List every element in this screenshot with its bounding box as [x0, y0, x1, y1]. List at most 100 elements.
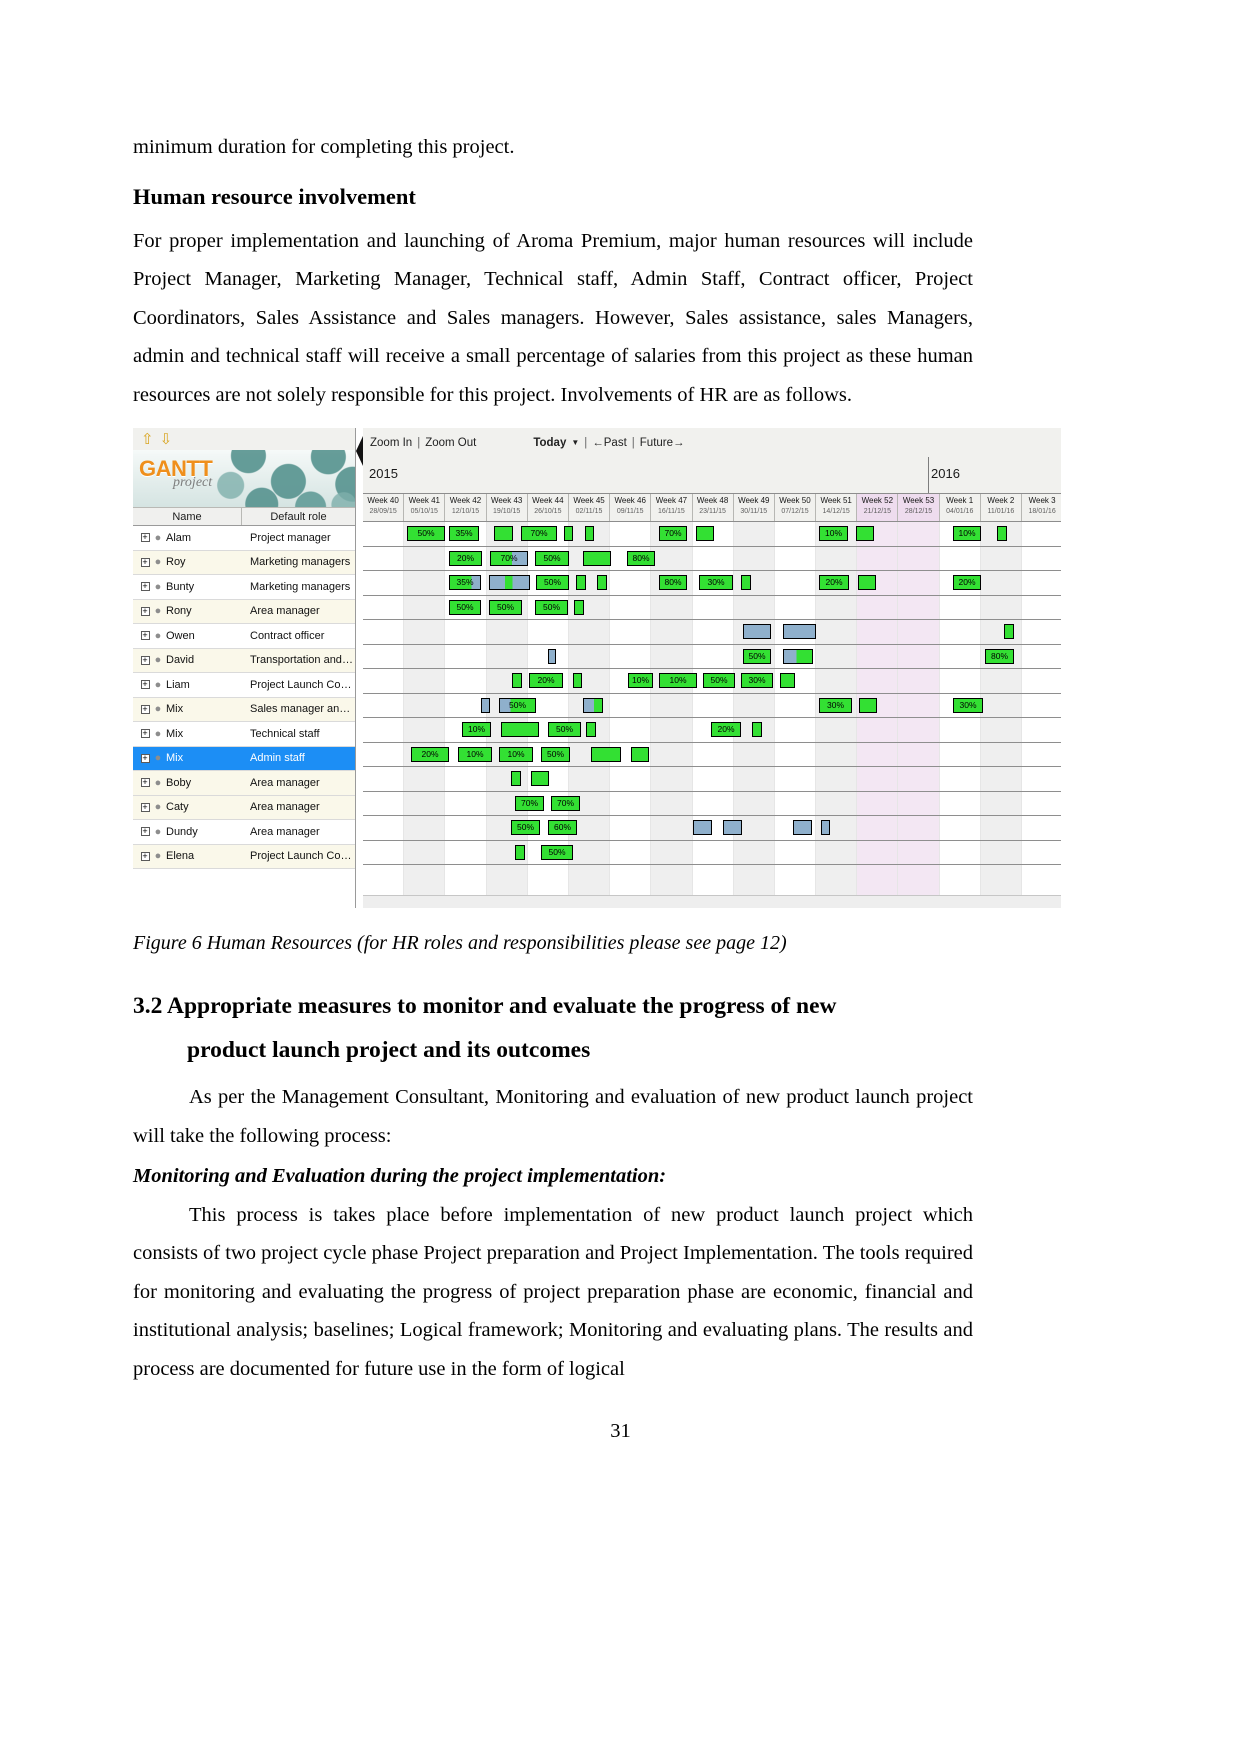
gantt-task-bar[interactable]	[501, 722, 539, 737]
gantt-task-bar[interactable]	[548, 648, 556, 664]
gantt-task-bar[interactable]	[696, 526, 714, 541]
gantt-task-bar[interactable]	[1004, 624, 1014, 639]
move-up-icon[interactable]: ⇧	[141, 432, 154, 447]
gantt-task-bar[interactable]: 20%	[449, 550, 482, 566]
gantt-task-bar[interactable]	[585, 526, 594, 541]
resource-row[interactable]: + ● Rony Area manager	[133, 599, 355, 624]
gantt-task-bar[interactable]	[723, 820, 742, 835]
scroll-future-button[interactable]: Future→	[640, 437, 685, 449]
horizontal-scrollbar[interactable]	[362, 895, 1061, 908]
gantt-task-bar[interactable]	[583, 550, 611, 566]
gantt-task-bar[interactable]: 30%	[819, 697, 852, 713]
gantt-task-bar[interactable]: 50%	[541, 746, 570, 762]
column-header-name[interactable]: Name	[133, 508, 242, 525]
gantt-task-bar[interactable]	[583, 697, 603, 713]
resource-row[interactable]: + ● Dundy Area manager	[133, 820, 355, 845]
scroll-past-button[interactable]: ←Past	[592, 437, 627, 449]
resource-row[interactable]: + ● Mix Technical staff	[133, 722, 355, 747]
gantt-task-bar[interactable]: 50%	[548, 722, 581, 737]
expand-icon[interactable]: +	[138, 729, 152, 739]
gantt-task-bar[interactable]	[512, 673, 522, 688]
gantt-task-bar[interactable]	[783, 624, 816, 639]
gantt-task-bar[interactable]	[597, 575, 607, 590]
gantt-task-bar[interactable]	[573, 673, 582, 688]
gantt-task-bar[interactable]: 50%	[511, 820, 540, 835]
gantt-task-bar[interactable]: 50%	[489, 599, 522, 615]
expand-icon[interactable]: +	[138, 802, 152, 812]
gantt-task-bar[interactable]: 50%	[535, 550, 569, 566]
expand-icon[interactable]: +	[138, 704, 152, 714]
gantt-task-bar[interactable]: 10%	[499, 746, 533, 762]
expand-icon[interactable]: +	[138, 827, 152, 837]
gantt-task-bar[interactable]	[631, 746, 649, 762]
expand-icon[interactable]: +	[138, 533, 152, 543]
gantt-task-bar[interactable]: 60%	[548, 820, 577, 835]
gantt-task-bar[interactable]	[489, 575, 530, 590]
gantt-task-bar[interactable]	[856, 526, 874, 541]
gantt-task-bar[interactable]: 35%	[449, 575, 481, 590]
gantt-task-bar[interactable]	[743, 624, 771, 639]
gantt-task-bar[interactable]	[859, 697, 877, 713]
gantt-task-bar[interactable]	[693, 820, 712, 835]
gantt-task-bar[interactable]	[494, 526, 513, 541]
resource-row[interactable]: +● Elena Project Launch Coordinat...	[133, 844, 355, 869]
gantt-task-bar[interactable]	[511, 771, 521, 786]
gantt-task-bar[interactable]: 20%	[529, 673, 563, 688]
expand-icon[interactable]: +	[138, 606, 152, 616]
gantt-task-bar[interactable]: 10%	[659, 673, 697, 688]
gantt-task-bar[interactable]: 50%	[535, 599, 568, 615]
gantt-task-bar[interactable]: 20%	[953, 575, 981, 590]
gantt-task-bar[interactable]: 50%	[499, 697, 536, 713]
gantt-task-bar[interactable]: 50%	[449, 599, 481, 615]
today-button[interactable]: Today	[533, 437, 566, 449]
splitter-collapse-icon[interactable]	[356, 436, 363, 466]
gantt-task-bar[interactable]: 70%	[515, 795, 544, 811]
gantt-task-bar[interactable]: 70%	[490, 550, 528, 566]
gantt-task-bar[interactable]	[531, 771, 549, 786]
resource-row[interactable]: + ● Boby Area manager	[133, 771, 355, 796]
expand-icon[interactable]: +	[138, 680, 152, 690]
gantt-task-bar[interactable]	[858, 575, 876, 590]
resource-row[interactable]: + ● Mix Admin staff	[133, 746, 355, 771]
gantt-task-bar[interactable]	[586, 722, 596, 737]
gantt-task-bar[interactable]: 30%	[699, 575, 733, 590]
gantt-task-bar[interactable]	[591, 746, 621, 762]
gantt-task-bar[interactable]: 10%	[628, 673, 653, 688]
gantt-task-bar[interactable]	[783, 648, 813, 664]
gantt-task-bar[interactable]	[515, 844, 525, 860]
resource-row[interactable]: +● David Transportation and Logist...	[133, 648, 355, 673]
resource-row[interactable]: + ● Bunty Marketing managers	[133, 575, 355, 600]
gantt-task-bar[interactable]	[574, 599, 584, 615]
gantt-task-bar[interactable]: 10%	[819, 526, 848, 541]
expand-icon[interactable]: +	[138, 753, 152, 763]
gantt-task-bar[interactable]: 50%	[541, 844, 573, 860]
move-down-icon[interactable]: ⇩	[160, 432, 173, 447]
zoom-in-button[interactable]: Zoom In	[370, 437, 412, 449]
gantt-task-bar[interactable]: 80%	[659, 575, 687, 590]
gantt-task-bar[interactable]	[752, 722, 762, 737]
expand-icon[interactable]: +	[138, 655, 152, 665]
gantt-task-bar[interactable]: 30%	[953, 697, 983, 713]
zoom-out-button[interactable]: Zoom Out	[425, 437, 476, 449]
gantt-task-bar[interactable]: 80%	[985, 648, 1014, 664]
panel-splitter[interactable]	[356, 428, 363, 908]
gantt-task-bar[interactable]: 35%	[449, 526, 479, 541]
gantt-task-bar[interactable]: 10%	[458, 746, 492, 762]
expand-icon[interactable]: +	[138, 582, 152, 592]
gantt-task-bar[interactable]	[821, 820, 830, 835]
gantt-task-bar[interactable]: 30%	[741, 673, 773, 688]
gantt-task-bar[interactable]: 50%	[743, 648, 771, 664]
resource-row[interactable]: +● Mix Sales manager and sales a...	[133, 697, 355, 722]
gantt-task-bar[interactable]	[481, 697, 490, 713]
gantt-task-bar[interactable]: 20%	[819, 575, 849, 590]
expand-icon[interactable]: +	[138, 631, 152, 641]
expand-icon[interactable]: +	[138, 557, 152, 567]
resource-row[interactable]: +● Liam Project Launch Coordinat...	[133, 673, 355, 698]
gantt-task-bar[interactable]: 20%	[411, 746, 449, 762]
resource-row[interactable]: + ● Caty Area manager	[133, 795, 355, 820]
gantt-task-bar[interactable]: 80%	[627, 550, 655, 566]
gantt-task-bar[interactable]: 20%	[711, 722, 741, 737]
resource-row[interactable]: + ● Owen Contract officer	[133, 624, 355, 649]
chevron-down-icon[interactable]: ▼	[571, 438, 579, 447]
gantt-task-bar[interactable]: 70%	[551, 795, 580, 811]
